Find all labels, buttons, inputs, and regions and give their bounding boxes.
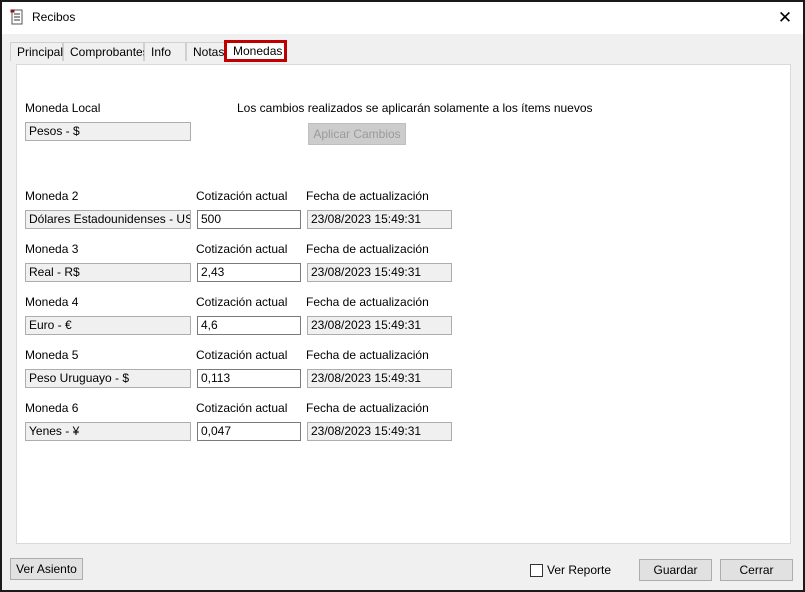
moneda-2-name-field[interactable]: Dólares Estadounidenses - USD	[25, 210, 191, 229]
ver-reporte-label: Ver Reporte	[547, 563, 612, 577]
moneda-2-rate-label: Cotización actual	[196, 189, 288, 203]
moneda-5-date-field[interactable]: 23/08/2023 15:49:31	[307, 369, 452, 388]
moneda-4-label: Moneda 4	[25, 295, 79, 309]
recibos-window: Recibos ✕ Principal Comprobantes Info No…	[0, 0, 805, 592]
moneda-3-label: Moneda 3	[25, 242, 79, 256]
moneda-3-rate-label: Cotización actual	[196, 242, 288, 256]
moneda-2-date-field[interactable]: 23/08/2023 15:49:31	[307, 210, 452, 229]
moneda-local-field[interactable]: Pesos - $	[25, 122, 191, 141]
tab-notas[interactable]: Notas	[186, 42, 226, 61]
moneda-3-name-field[interactable]: Real - R$	[25, 263, 191, 282]
moneda-3-date-field[interactable]: 23/08/2023 15:49:31	[307, 263, 452, 282]
moneda-2-date-label: Fecha de actualización	[306, 189, 429, 203]
moneda-4-date-field[interactable]: 23/08/2023 15:49:31	[307, 316, 452, 335]
moneda-3-rate-input[interactable]: 2,43	[197, 263, 301, 282]
moneda-5-date-label: Fecha de actualización	[306, 348, 429, 362]
moneda-5-rate-label: Cotización actual	[196, 348, 288, 362]
ver-reporte-checkbox[interactable]	[530, 564, 543, 577]
moneda-2-label: Moneda 2	[25, 189, 79, 203]
guardar-button[interactable]: Guardar	[639, 559, 712, 581]
cerrar-button[interactable]: Cerrar	[720, 559, 793, 581]
moneda-6-label: Moneda 6	[25, 401, 79, 415]
moneda-6-name-field[interactable]: Yenes - ¥	[25, 422, 191, 441]
apply-changes-button[interactable]: Aplicar Cambios	[308, 123, 406, 145]
monedas-panel: Moneda Local Pesos - $ Los cambios reali…	[16, 64, 791, 544]
window-title: Recibos	[32, 10, 76, 24]
close-icon: ✕	[777, 8, 793, 27]
moneda-6-date-label: Fecha de actualización	[306, 401, 429, 415]
moneda-4-date-label: Fecha de actualización	[306, 295, 429, 309]
moneda-4-name-field[interactable]: Euro - €	[25, 316, 191, 335]
title-bar: Recibos ✕	[2, 2, 803, 34]
close-button[interactable]: ✕	[767, 2, 803, 34]
moneda-4-rate-input[interactable]: 4,6	[197, 316, 301, 335]
moneda-6-rate-label: Cotización actual	[196, 401, 288, 415]
moneda-5-name-field[interactable]: Peso Uruguayo - $	[25, 369, 191, 388]
moneda-6-rate-input[interactable]: 0,047	[197, 422, 301, 441]
moneda-4-rate-label: Cotización actual	[196, 295, 288, 309]
tab-principal[interactable]: Principal	[10, 42, 63, 61]
moneda-2-rate-input[interactable]: 500	[197, 210, 301, 229]
changes-notice: Los cambios realizados se aplicarán sola…	[237, 101, 593, 115]
moneda-local-label: Moneda Local	[25, 101, 101, 115]
ver-asiento-button[interactable]: Ver Asiento	[10, 558, 83, 580]
moneda-5-rate-input[interactable]: 0,113	[197, 369, 301, 388]
tab-info[interactable]: Info	[144, 42, 186, 61]
receipt-app-icon	[10, 9, 23, 25]
moneda-3-date-label: Fecha de actualización	[306, 242, 429, 256]
moneda-5-label: Moneda 5	[25, 348, 79, 362]
tab-comprobantes[interactable]: Comprobantes	[63, 42, 149, 61]
tab-monedas[interactable]: Monedas	[224, 40, 287, 62]
moneda-6-date-field[interactable]: 23/08/2023 15:49:31	[307, 422, 452, 441]
